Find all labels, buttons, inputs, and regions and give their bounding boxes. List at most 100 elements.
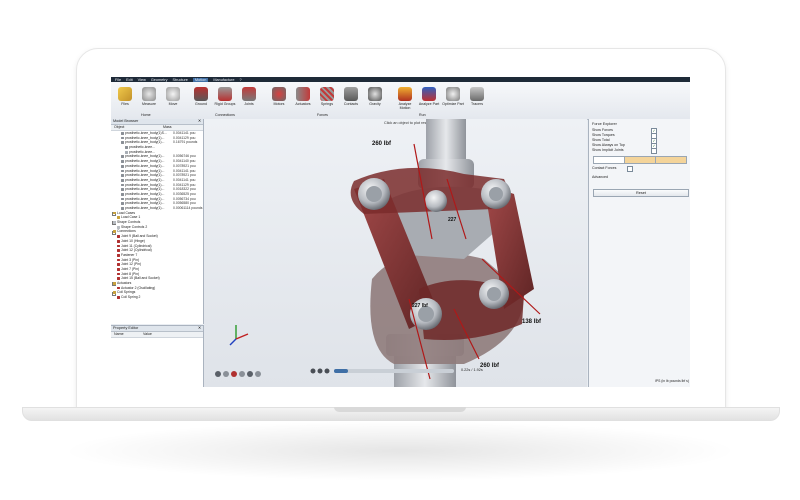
- force-mode-segment-3[interactable]: [655, 156, 687, 164]
- ground-button[interactable]: Ground: [189, 85, 213, 116]
- laptop-notch: [334, 407, 466, 412]
- tree-item-icon: [117, 296, 120, 299]
- tracers-button[interactable]: Tracers: [465, 85, 489, 116]
- tree-item-icon: [121, 192, 124, 196]
- rigid-groups-label: Rigid Groups: [214, 102, 236, 106]
- show-implicit-joints-checkbox[interactable]: [651, 148, 657, 154]
- 3d-viewport[interactable]: Click an object to plot results 260 lbf …: [204, 119, 587, 387]
- tree-item-icon: [121, 132, 124, 135]
- move-icon: [166, 87, 180, 101]
- actuators-label: Actuators: [295, 102, 311, 106]
- tree-item-icon: [121, 197, 124, 201]
- playback-time: 0.22s / 1.92s: [461, 368, 483, 372]
- tree-item-icon: [117, 225, 120, 229]
- force-label-right: 138 lbf: [522, 319, 542, 325]
- tracers-label: Tracers: [470, 102, 484, 106]
- motor-icon: [272, 87, 286, 101]
- menu-manufacture[interactable]: Manufacture: [213, 78, 234, 82]
- object-column-header[interactable]: Object: [114, 125, 124, 130]
- tree-item-icon: [121, 169, 124, 173]
- tree-rows: prosthetic-knee_body(1)S... 0.0041141 pou…: [111, 131, 203, 300]
- view-toolbar[interactable]: [215, 371, 261, 377]
- tree-item-icon: [121, 136, 124, 140]
- contacts-label: Contacts: [343, 102, 359, 106]
- knee-model-render[interactable]: [204, 119, 587, 387]
- tree-item-icon: [117, 249, 120, 252]
- motors-button[interactable]: Motors: [267, 85, 291, 116]
- model-browser-panel: Model Browser ✕ Object Mass prosthetic-k…: [111, 119, 204, 324]
- rigid-groups-icon: [218, 87, 232, 101]
- advanced-toggle[interactable]: Advanced: [592, 175, 608, 179]
- optimize-part-icon: [446, 87, 460, 101]
- actuators-button[interactable]: Actuators: [291, 85, 315, 116]
- contacts-icon: [344, 87, 358, 101]
- motors-label: Motors: [273, 102, 285, 106]
- tree-row[interactable]: Coil Spring 2: [111, 295, 203, 300]
- show-torques-label: Show Torques: [592, 133, 615, 137]
- menu-file[interactable]: File: [115, 78, 121, 82]
- playback-bar[interactable]: [310, 368, 455, 374]
- panel-close-icon[interactable]: ✕: [198, 119, 201, 124]
- menu-structure[interactable]: Structure: [173, 78, 188, 82]
- tree-item-icon: [117, 277, 120, 281]
- force-mode-segment-2[interactable]: [624, 156, 656, 164]
- tree-item-icon: [117, 216, 120, 220]
- value-column-header: Value: [143, 332, 152, 336]
- actuator-icon: [296, 87, 310, 101]
- optimize-part-button[interactable]: Optimize Part: [441, 85, 465, 116]
- tree-item-icon: [121, 207, 124, 210]
- units-status: IPS (in lb pounds lbf s): [654, 379, 689, 383]
- menu-geometry[interactable]: Geometry: [151, 78, 168, 82]
- springs-button[interactable]: Springs: [315, 85, 339, 116]
- tree-item-icon: [117, 235, 120, 238]
- rewind-icon[interactable]: [317, 368, 323, 374]
- playback-progress: [334, 369, 348, 373]
- panel-close-icon[interactable]: ✕: [198, 326, 201, 331]
- menu-view[interactable]: View: [138, 78, 146, 82]
- files-button[interactable]: Files: [113, 85, 137, 116]
- measure-label: Measure: [142, 102, 156, 106]
- force-label-left: 227 lbf: [412, 303, 428, 309]
- force-explorer-panel: Force Explorer Show Forces ✓ Show Torque…: [588, 119, 690, 387]
- group-run-label: Run: [419, 113, 426, 117]
- move-button[interactable]: Move: [161, 85, 185, 116]
- show-forces-label: Show Forces: [592, 128, 613, 132]
- force-mode-segment-1[interactable]: [593, 156, 625, 164]
- contacts-button[interactable]: Contacts: [339, 85, 363, 116]
- gravity-button[interactable]: Gravity: [363, 85, 387, 116]
- tree-item-icon: [113, 282, 116, 285]
- play-icon[interactable]: [324, 368, 330, 374]
- measure-button[interactable]: Measure: [137, 85, 161, 116]
- gravity-icon: [368, 87, 382, 101]
- laptop-shadow: [60, 421, 740, 481]
- analyze-motion-button[interactable]: Analyze Motion: [393, 85, 417, 116]
- step-back-icon[interactable]: [310, 368, 316, 374]
- menu-help[interactable]: ?: [239, 78, 241, 82]
- contact-forces-checkbox[interactable]: [627, 166, 633, 172]
- folder-icon: [118, 87, 132, 101]
- rigid-groups-button[interactable]: Rigid Groups: [213, 85, 237, 116]
- optimize-part-label: Optimize Part: [442, 102, 464, 106]
- pin-joint-center[interactable]: [425, 190, 447, 212]
- menu-motion[interactable]: Motion: [192, 77, 209, 82]
- tree-item-icon: [117, 253, 120, 257]
- tree-item-icon: [113, 221, 116, 224]
- model-browser-title: Model Browser: [113, 119, 139, 123]
- menu-edit[interactable]: Edit: [126, 78, 133, 82]
- analyze-part-button[interactable]: Analyze Part: [417, 85, 441, 116]
- mass-column-header[interactable]: Mass: [163, 125, 172, 130]
- tree-item-name: Coil Spring 2: [121, 295, 141, 300]
- ground-icon: [194, 87, 208, 101]
- group-forces-label: Forces: [317, 113, 328, 117]
- show-implicit-joints-label: Show Implicit Joints: [592, 148, 624, 152]
- reset-button[interactable]: Reset: [593, 189, 689, 197]
- force-label-top: 260 lbf: [372, 141, 392, 147]
- force-explorer-title: Force Explorer: [592, 122, 617, 126]
- tree-item-icon: [113, 230, 116, 234]
- joints-button[interactable]: Joints: [237, 85, 261, 116]
- show-always-on-top-label: Show Always on Top: [592, 143, 625, 147]
- measure-icon: [142, 87, 156, 101]
- tree-item-icon: [117, 263, 120, 267]
- tree-item-icon: [117, 267, 120, 271]
- name-column-header: Name: [114, 332, 124, 336]
